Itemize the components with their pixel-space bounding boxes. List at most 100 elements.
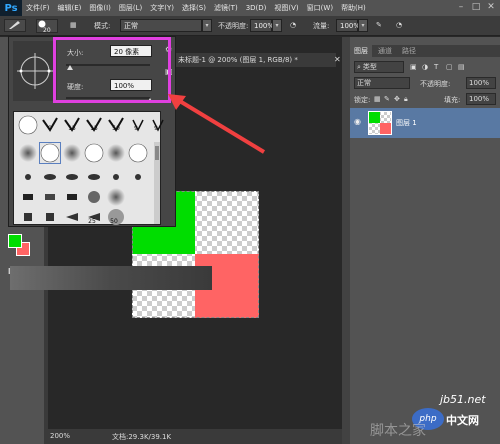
menu-edit[interactable]: 编辑(E) xyxy=(54,3,86,13)
menu-layer[interactable]: 图层(L) xyxy=(115,3,146,13)
brush-preset-hard-round[interactable] xyxy=(18,115,38,135)
flow-dropdown-icon[interactable]: ▾ xyxy=(358,19,368,32)
brush-preset-small[interactable] xyxy=(62,167,82,187)
menu-filter[interactable]: 滤镜(T) xyxy=(210,3,242,13)
fill-label: 填充: xyxy=(444,96,461,104)
menu-3d[interactable]: 3D(D) xyxy=(242,4,271,12)
panel-dock-strip xyxy=(342,37,350,444)
brush-panel-toggle-icon[interactable]: ▦ xyxy=(70,21,77,29)
brush-size-number: 15 xyxy=(90,125,98,132)
tab-paths[interactable]: 路径 xyxy=(398,45,420,57)
brush-preset-textured[interactable] xyxy=(18,207,38,227)
fill-input[interactable]: 100% xyxy=(466,93,496,105)
foreground-color-swatch[interactable] xyxy=(8,234,22,248)
flow-input[interactable]: 100% xyxy=(336,19,360,32)
photoshop-logo: Ps xyxy=(0,0,22,16)
tab-channels[interactable]: 通道 xyxy=(374,45,396,57)
brush-preset-soft-round[interactable] xyxy=(106,143,126,163)
brush-preset-soft-round[interactable] xyxy=(62,143,82,163)
opacity-dropdown-icon[interactable]: ▾ xyxy=(272,19,282,32)
menu-type[interactable]: 文字(Y) xyxy=(146,3,178,13)
annotation-arrow xyxy=(168,94,266,154)
flow-label: 流量: xyxy=(313,22,330,30)
lock-label: 锁定: xyxy=(354,96,371,104)
brush-preset-textured[interactable] xyxy=(18,187,38,207)
brush-size-number: 25 xyxy=(88,218,96,225)
brush-preset-hard-round[interactable] xyxy=(84,143,104,163)
menu-select[interactable]: 选择(S) xyxy=(178,3,210,13)
layer-opacity-input[interactable]: 100% xyxy=(466,77,496,89)
mode-label: 模式: xyxy=(94,22,111,30)
brush-preset-textured[interactable] xyxy=(84,187,104,207)
brush-preset-hard-round[interactable] xyxy=(128,143,148,163)
maximize-icon[interactable]: □ xyxy=(469,1,483,14)
lock-pixels-icon[interactable]: ✎ xyxy=(384,95,390,103)
lock-all-icon[interactable]: 🔒︎ xyxy=(404,95,408,104)
brush-size-number: 50 xyxy=(112,125,120,132)
brush-preset-small[interactable] xyxy=(106,167,126,187)
brush-size-number: 9 xyxy=(48,125,52,132)
brush-preset-selected[interactable] xyxy=(39,142,61,164)
layer-opacity-label: 不透明度: xyxy=(420,80,451,88)
brush-preset-soft-round[interactable] xyxy=(106,187,126,207)
brush-preset-textured[interactable] xyxy=(40,207,60,227)
brush-preset-textured[interactable] xyxy=(62,187,82,207)
brush-preset-small[interactable] xyxy=(40,167,60,187)
brush-size-number: 15 xyxy=(68,125,76,132)
filter-adjust-icon[interactable]: ◑ xyxy=(422,63,428,71)
document-info: 文档:29.3K/39.1K xyxy=(112,433,172,441)
document-close-icon[interactable]: ✕ xyxy=(334,55,341,64)
options-bar: 20 ▦ 模式: 正常 ▾ 不透明度: 100% ▾ ◔ 流量: 100% ▾ … xyxy=(0,16,500,36)
menu-view[interactable]: 视图(V) xyxy=(270,3,302,13)
document-tab[interactable]: 未标题-1 @ 200% (图层 1, RGB/8) * xyxy=(176,53,336,67)
minimize-icon[interactable]: – xyxy=(454,1,468,14)
layer-filter-label: 类型 xyxy=(362,63,377,71)
opacity-input[interactable]: 100% xyxy=(250,19,274,32)
pressure-opacity-icon[interactable]: ◔ xyxy=(290,21,296,29)
layer-name[interactable]: 图层 1 xyxy=(396,118,417,128)
brush-presets-grid: 9 15 15 50 9 9 25 50 xyxy=(13,111,164,227)
menu-image[interactable]: 图像(I) xyxy=(85,3,115,13)
visibility-eye-icon[interactable]: ◉ xyxy=(354,117,361,126)
mode-dropdown-icon[interactable]: ▾ xyxy=(202,19,212,32)
annotation-highlight-box xyxy=(53,37,171,103)
close-icon[interactable]: ✕ xyxy=(484,1,498,14)
brush-size-value: 20 xyxy=(43,27,51,34)
status-bar: 200% 文档:29.3K/39.1K xyxy=(44,429,342,444)
brush-size-picker[interactable]: 20 xyxy=(36,19,58,34)
brush-preset-soft-round[interactable] xyxy=(18,143,38,163)
layer-blend-mode[interactable]: 正常 xyxy=(354,77,410,89)
filter-type-icon[interactable]: T xyxy=(434,63,438,71)
overlay-bar xyxy=(10,266,212,290)
lock-transparent-icon[interactable]: ▦ xyxy=(374,95,381,103)
airbrush-icon[interactable]: ✎ xyxy=(376,21,382,29)
tab-layers[interactable]: 图层 xyxy=(350,45,372,57)
brush-preset-small[interactable] xyxy=(18,167,38,187)
zoom-level[interactable]: 200% xyxy=(50,432,70,440)
menu-file[interactable]: 文件(F) xyxy=(22,3,54,13)
brush-preset-small[interactable] xyxy=(84,167,104,187)
lock-position-icon[interactable]: ✥ xyxy=(394,95,400,103)
layers-panel: 图层 通道 路径 ⌕ 类型 ▣ ◑ T ▢ ▤ 正常 不透明度: 100% 锁定:… xyxy=(350,37,500,444)
layer-filter-kind[interactable]: ⌕ 类型 xyxy=(354,61,404,73)
brush-preset-small[interactable] xyxy=(128,167,148,187)
menu-help[interactable]: 帮助(H) xyxy=(337,3,370,13)
brush-size-number: 50 xyxy=(110,218,118,225)
opacity-label: 不透明度: xyxy=(218,22,249,30)
brush-preset-textured[interactable] xyxy=(40,187,60,207)
layer-thumbnail xyxy=(368,111,392,135)
layer-row[interactable]: ◉ 图层 1 xyxy=(350,108,500,138)
watermark-site: jb51.net xyxy=(440,393,486,406)
pressure-size-icon[interactable]: ◔ xyxy=(396,21,402,29)
brush-preset-textured[interactable] xyxy=(62,207,82,227)
brush-grid-scrollbar-thumb[interactable] xyxy=(155,146,159,160)
menu-window[interactable]: 窗口(W) xyxy=(303,3,337,13)
filter-shape-icon[interactable]: ▢ xyxy=(446,63,453,71)
brush-angle-preview[interactable] xyxy=(13,41,57,101)
brush-size-number: 9 xyxy=(134,125,138,132)
filter-smart-icon[interactable]: ▤ xyxy=(458,63,465,71)
mode-select[interactable]: 正常 xyxy=(120,19,202,32)
brush-tool-preset-icon[interactable] xyxy=(4,19,26,32)
filter-pixel-icon[interactable]: ▣ xyxy=(410,63,417,71)
layers-tab-bar: 图层 通道 路径 xyxy=(350,45,500,57)
